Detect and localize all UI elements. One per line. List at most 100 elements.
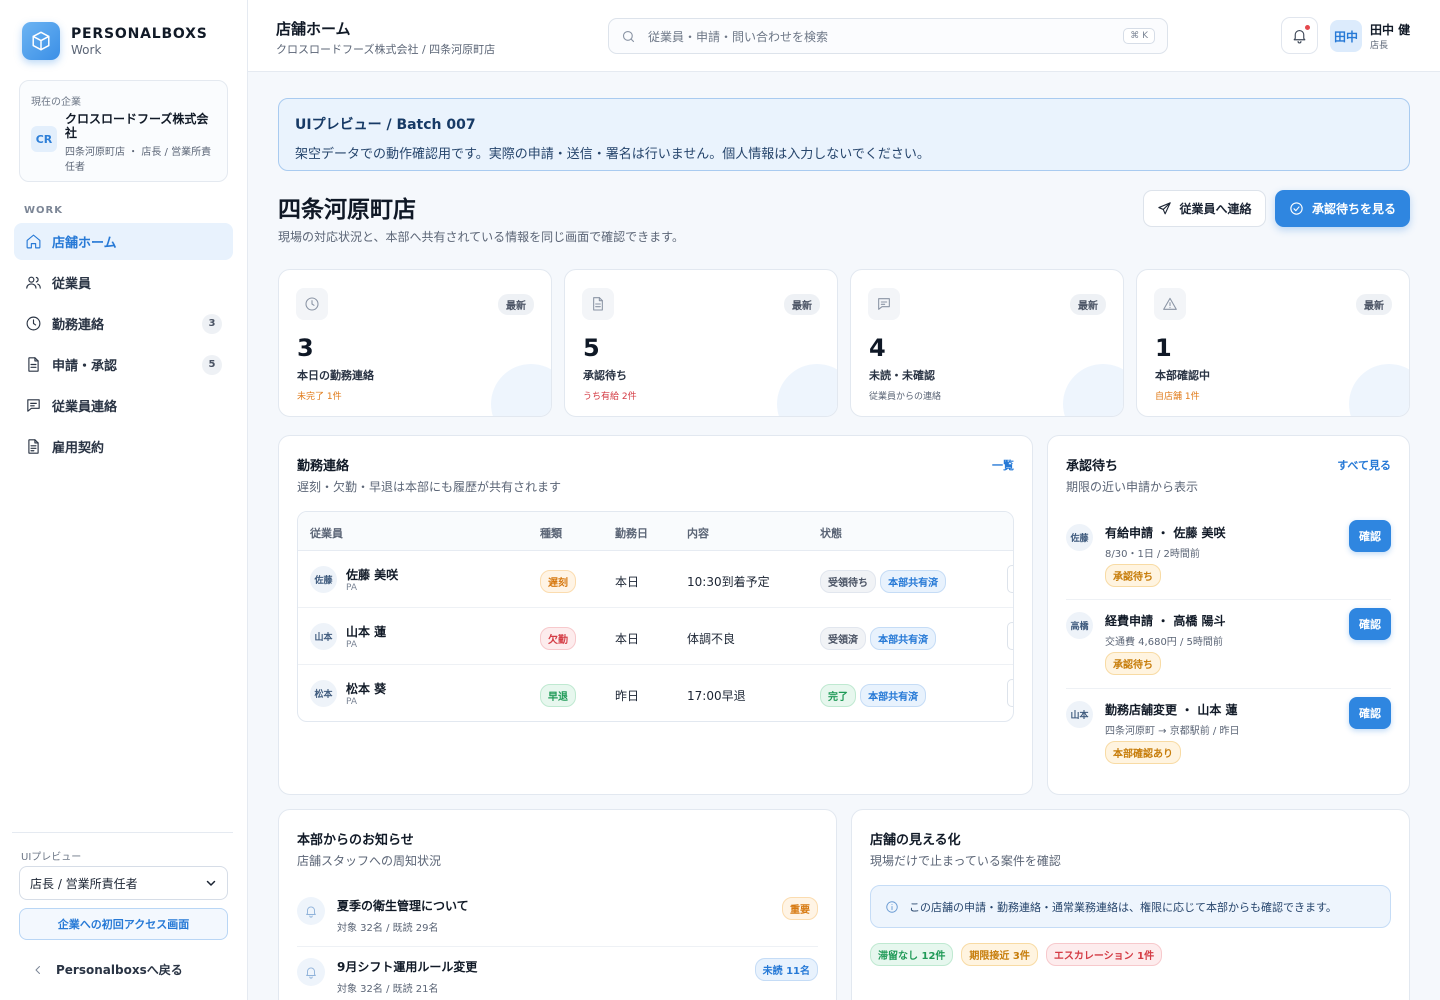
sidebar-item-contracts[interactable]: 雇用契約 (14, 428, 233, 465)
row-action-button[interactable] (1007, 679, 1013, 707)
decorative-circle (491, 364, 551, 416)
approval-confirm-button[interactable]: 確認 (1349, 608, 1391, 640)
approval-confirm-button[interactable]: 確認 (1349, 520, 1391, 552)
sidebar-item-label: 従業員 (52, 277, 92, 292)
card-title: 店舗の見える化 (870, 833, 961, 848)
notice-title: 夏季の衛生管理について (337, 899, 469, 913)
kind-pill: 遅刻 (540, 570, 576, 593)
check-circle-icon (1290, 202, 1303, 215)
home-icon (26, 234, 41, 249)
brand-sub: Work (71, 42, 102, 57)
stat-card-attendance[interactable]: 最新 3 本日の勤務連絡 未完了 1件 (278, 269, 552, 417)
employee-avatar: 松本 (310, 680, 337, 707)
company-role: 四条河原町店 ・ 店長 / 営業所責任者 (65, 147, 212, 173)
user-name[interactable]: 田中 健 (1370, 21, 1410, 38)
contact-employees-button[interactable]: 従業員へ連絡 (1143, 190, 1266, 227)
attendance-list-link[interactable]: 一覧 (992, 457, 1014, 473)
decorative-circle (1063, 364, 1123, 416)
user-avatar[interactable]: 田中 (1330, 20, 1362, 52)
status-pill: 本部共有済 (870, 627, 937, 650)
notice-meta: 対象 32名 / 既読 21名 (337, 984, 439, 995)
approval-status-pill: 本部確認あり (1105, 741, 1181, 764)
employee-avatar: 佐藤 (310, 566, 337, 593)
sidebar-item-employees[interactable]: 従業員 (14, 264, 233, 301)
employee-type: PA (346, 697, 358, 707)
stat-card-approvals[interactable]: 最新 5 承認待ち うち有給 2件 (564, 269, 838, 417)
notice-title: 9月シフト運用ルール変更 (337, 960, 478, 974)
content-text: 体調不良 (687, 632, 736, 646)
view-approvals-button[interactable]: 承認待ちを見る (1275, 190, 1410, 227)
info-icon (886, 900, 898, 913)
notice-pill: 未読 11名 (754, 958, 818, 981)
divider (1066, 599, 1391, 600)
contact-button-label: 従業員へ連絡 (1179, 202, 1252, 216)
contract-icon (28, 439, 39, 454)
brand[interactable]: PERSONALBOXS Work (22, 22, 208, 60)
sidebar-item-employee-contact[interactable]: 従業員連絡 (14, 387, 233, 424)
work-date: 本日 (615, 575, 640, 589)
users-icon (26, 276, 41, 289)
visibility-pill[interactable]: 滞留なし 12件 (870, 943, 954, 966)
status-pill: 受領待ち (820, 570, 876, 593)
sidebar-item-requests[interactable]: 申請・承認 5 (14, 346, 233, 383)
stat-badge: 最新 (1070, 294, 1106, 315)
user-role: 店長 (1370, 41, 1389, 51)
work-date: 本日 (615, 632, 640, 646)
banner-text: 架空データでの動作確認用です。実際の申請・送信・署名は行いません。個人情報は入力… (295, 147, 930, 162)
status-pill: 完了 (820, 684, 856, 707)
document-icon (582, 288, 614, 320)
stat-note: 未完了 1件 (297, 392, 342, 402)
card-subtitle: 遅刻・欠勤・早退は本部にも履歴が共有されます (297, 480, 562, 494)
company-label: 現在の企業 (31, 97, 81, 108)
table-row[interactable]: 松本 松本 葵 PA 早退 昨日 17:00早退 完了 本部共有済 (298, 665, 1013, 721)
nav-section-label: WORK (24, 205, 63, 216)
attendance-card: 勤務連絡 遅刻・欠勤・早退は本部にも履歴が共有されます 一覧 従業員 種類 勤務… (278, 435, 1033, 795)
sidebar-nav: 店舗ホーム 従業員 勤務連絡 3 申請・承認 5 従業員連絡 雇用契約 (14, 223, 233, 469)
table-row[interactable]: 佐藤 佐藤 美咲 PA 遅刻 本日 10:30到着予定 受領待ち 本部共有済 (298, 551, 1013, 608)
approval-confirm-button[interactable]: 確認 (1349, 697, 1391, 729)
sidebar-item-attendance[interactable]: 勤務連絡 3 (14, 305, 233, 342)
role-select[interactable]: 店長 / 営業所責任者 (19, 866, 228, 900)
stat-card-hq-review[interactable]: 最新 1 本部確認中 自店舗 1件 (1136, 269, 1410, 417)
approval-status-pill: 承認待ち (1105, 652, 1161, 675)
page-subtitle: 現場の対応状況と、本部へ共有されている情報を同じ画面で確認できます。 (278, 230, 684, 244)
table-row[interactable]: 山本 山本 蓮 PA 欠勤 本日 体調不良 受領済 本部共有済 (298, 608, 1013, 665)
card-subtitle: 期限の近い申請から表示 (1066, 480, 1199, 494)
row-action-button[interactable] (1007, 622, 1013, 650)
notifications-button[interactable] (1281, 17, 1318, 54)
stat-note: 従業員からの連絡 (869, 392, 942, 402)
stat-label: 本部確認中 (1155, 369, 1210, 382)
divider (1066, 688, 1391, 689)
sidebar-item-store-home[interactable]: 店舗ホーム (14, 223, 233, 260)
visibility-pill[interactable]: エスカレーション 1件 (1045, 943, 1163, 966)
search-input[interactable]: 従業員・申請・問い合わせを検索 ⌘ K (608, 18, 1168, 54)
role-select-value: 店長 / 営業所責任者 (30, 876, 138, 891)
employee-avatar: 山本 (310, 623, 337, 650)
message-icon (27, 399, 40, 412)
visibility-pill[interactable]: 期限接近 3件 (961, 943, 1038, 966)
decorative-circle (1349, 364, 1409, 416)
column-header: 勤務日 (615, 527, 648, 540)
first-access-button[interactable]: 企業への初回アクセス画面 (19, 908, 228, 940)
back-to-personalboxs-link[interactable]: Personalboxsへ戻る (32, 961, 183, 978)
approvals-see-all-link[interactable]: すべて見る (1337, 457, 1391, 473)
approve-button-label: 承認待ちを見る (1311, 202, 1396, 216)
column-header: 従業員 (310, 527, 343, 540)
card-title: 承認待ち (1066, 459, 1119, 474)
status-pill: 本部共有済 (860, 684, 927, 707)
column-header: 内容 (687, 527, 709, 540)
sidebar-item-label: 雇用契約 (52, 441, 105, 456)
row-action-button[interactable] (1007, 565, 1013, 593)
card-title: 本部からのお知らせ (297, 833, 414, 848)
stat-card-unread[interactable]: 最新 4 未読・未確認 従業員からの連絡 (850, 269, 1124, 417)
document-icon (28, 357, 39, 372)
stat-badge: 最新 (498, 294, 534, 315)
sidebar-count-badge: 5 (202, 354, 222, 375)
approval-status-pill: 承認待ち (1105, 564, 1161, 587)
approval-title: 有給申請 ・ 佐藤 美咲 (1105, 526, 1226, 540)
company-switcher[interactable]: 現在の企業 CR クロスロードフーズ株式会社 四条河原町店 ・ 店長 / 営業所… (19, 80, 228, 182)
notice-pill: 重要 (782, 897, 818, 920)
employee-name: 佐藤 美咲 (346, 568, 399, 582)
notification-dot (1304, 24, 1311, 31)
chevron-down-icon (206, 880, 216, 886)
